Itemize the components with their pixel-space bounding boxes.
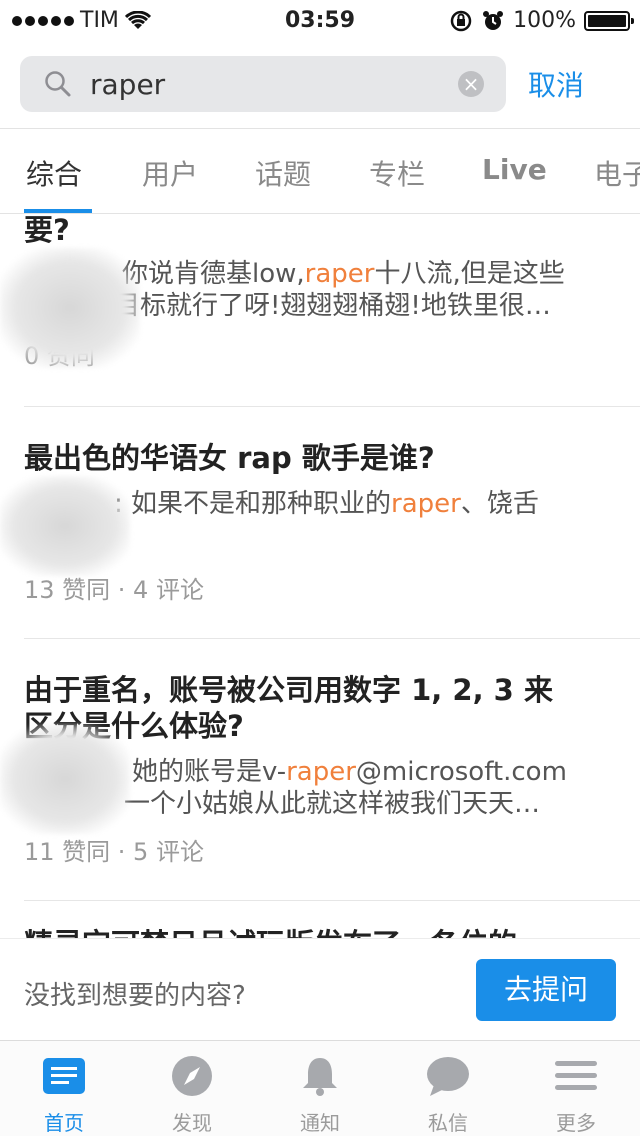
search-input[interactable]: raper [90,68,165,101]
clear-icon[interactable]: × [458,71,484,97]
tab-messages[interactable]: 私信 [384,1041,512,1137]
tab-label: 更多 [556,1111,596,1135]
battery-percent: 100% [513,8,576,33]
tab-columns[interactable]: 专栏 [369,153,425,193]
tab-notifications[interactable]: 通知 [256,1041,384,1137]
home-icon [43,1058,85,1094]
result-title: 最出色的华语女 rap 歌手是谁? [24,441,435,475]
compass-icon [172,1056,212,1096]
search-icon [45,71,71,97]
tab-more[interactable]: 更多 [512,1041,640,1137]
tab-all[interactable]: 综合 [26,153,82,193]
blurred-avatar [0,248,140,368]
result-title: 要? [24,214,70,247]
alarm-icon [483,10,504,30]
tab-label: 通知 [300,1111,340,1135]
chat-icon [427,1057,469,1096]
ask-prompt: 没找到想要的内容? [24,981,246,1011]
tab-label: 首页 [44,1111,84,1135]
cancel-button[interactable]: 取消 [528,64,584,104]
divider [24,638,640,639]
tab-live[interactable]: Live [482,153,547,186]
blurred-avatar [0,476,130,576]
search-field[interactable]: raper × [20,56,506,112]
tab-label: 私信 [428,1111,468,1135]
ask-question-button[interactable]: 去提问 [476,959,616,1021]
status-bar: TIM 03:59 100% [0,0,640,42]
tab-discover[interactable]: 发现 [128,1041,256,1137]
result-title: 精灵宝可梦日月试玩版发布了，各位的 [24,926,640,938]
blurred-avatar [0,724,130,834]
menu-icon [555,1061,597,1090]
tab-ebooks[interactable]: 电子 [594,153,640,193]
tab-home[interactable]: 首页 [0,1041,128,1137]
tab-users[interactable]: 用户 [142,153,198,193]
category-tabs: 综合 用户 话题 专栏 Live 电子 [0,128,640,214]
results-list: 要? 你说肯德基low,raper十八流,但是这些 目标就行了呀!翅翅翅桶翅!地… [0,214,640,938]
ask-question-bar: 没找到想要的内容? 去提问 [0,938,640,1040]
rotation-lock-icon [450,10,472,31]
divider [24,900,640,901]
bottom-tab-bar: 首页 发现 通知 私信 更多 [0,1040,640,1136]
result-meta: 11 赞同 · 5 评论 [24,838,204,866]
battery-icon [584,10,634,31]
bell-icon [303,1058,337,1096]
tab-topics[interactable]: 话题 [255,153,311,193]
divider [24,406,640,407]
tab-label: 发现 [172,1111,212,1135]
list-item[interactable]: 精灵宝可梦日月试玩版发布了，各位的 [24,926,640,938]
active-tab-indicator [24,209,92,213]
